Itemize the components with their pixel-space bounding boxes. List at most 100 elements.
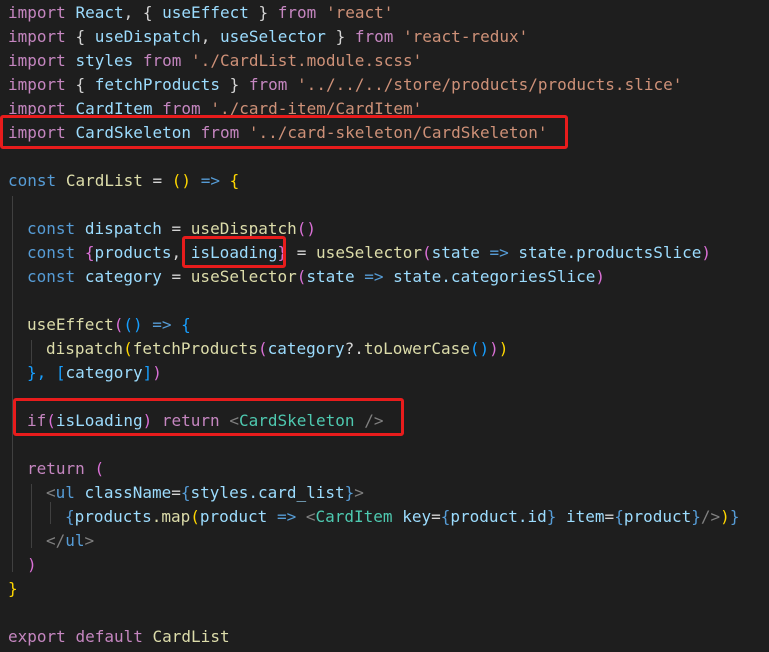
bracket: }	[729, 507, 740, 526]
function-call: .map	[151, 507, 191, 526]
code-line-4: import { fetchProducts } from '../../../…	[8, 73, 682, 97]
tag-bracket: <	[229, 411, 239, 430]
property: .productsSlice	[566, 243, 702, 262]
identifier: styles	[190, 483, 249, 502]
operator: =>	[364, 267, 384, 286]
keyword: from	[200, 123, 240, 142]
bracket: (	[190, 507, 200, 526]
property: .card_list	[248, 483, 345, 502]
code-line-10: const dispatch = useDispatch()	[8, 217, 316, 241]
keyword: const	[27, 243, 76, 262]
code-line-23: </ul>	[8, 529, 94, 553]
code-line-12: const category = useSelector(state => st…	[8, 265, 605, 289]
keyword: from	[248, 75, 288, 94]
code-line-27: export default CardList	[8, 625, 230, 649]
punctuation: }	[258, 3, 269, 22]
code-line-25: }	[8, 577, 18, 601]
identifier: isLoading	[190, 243, 278, 262]
identifier: useSelector	[219, 27, 326, 46]
operator: =	[152, 171, 163, 190]
bracket: ()	[469, 339, 490, 358]
string: './card-item/CardItem'	[210, 99, 423, 115]
tag-name: ul	[65, 531, 85, 550]
identifier: CardSkeleton	[75, 123, 192, 142]
code-line-11: const {products, isLoading} = useSelecto…	[8, 241, 711, 265]
identifier: isLoading	[55, 411, 143, 430]
code-line-5: import CardItem from './card-item/CardIt…	[8, 97, 422, 115]
keyword: import	[8, 123, 66, 142]
operator: =	[296, 243, 307, 262]
punctuation: , {	[123, 3, 153, 22]
bracket: }	[344, 483, 355, 502]
function-call: useDispatch	[190, 219, 297, 238]
bracket: )	[142, 411, 153, 430]
keyword: from	[354, 27, 394, 46]
bracket: [	[55, 363, 66, 382]
identifier: state	[306, 267, 355, 286]
identifier: category	[267, 339, 345, 358]
string: './CardList.module.scss'	[191, 51, 423, 70]
identifier: products	[94, 243, 172, 262]
keyword: import	[8, 75, 66, 94]
identifier: useDispatch	[94, 27, 201, 46]
bracket: ()	[296, 219, 317, 238]
bracket: )	[152, 363, 162, 382]
punctuation: {	[75, 27, 86, 46]
operator: =	[431, 507, 441, 526]
keyword: import	[8, 27, 66, 46]
code-line-24: )	[8, 553, 37, 577]
code-line-22: {products.map(product => <CardItem key={…	[8, 505, 739, 529]
bracket: (	[113, 315, 124, 334]
identifier: state	[431, 243, 480, 262]
operator: =>	[276, 507, 297, 526]
function-call: useSelector	[316, 243, 423, 262]
keyword: return	[161, 411, 220, 430]
bracket: ()	[171, 171, 192, 190]
bracket: )	[720, 507, 730, 526]
function-call: fetchProducts	[132, 339, 258, 358]
bracket: {	[84, 243, 95, 262]
bracket: {	[180, 483, 191, 502]
keyword: const	[27, 267, 76, 286]
identifier: styles	[75, 51, 134, 70]
identifier: React	[75, 3, 124, 22]
code-editor[interactable]: import React, { useEffect } from 'react'…	[0, 0, 769, 652]
identifier: CardList	[152, 627, 230, 646]
keyword: return	[27, 459, 85, 478]
code-line-6: import CardSkeleton from '../card-skelet…	[8, 121, 547, 145]
property: .id	[517, 507, 547, 526]
bracket: {	[614, 507, 624, 526]
keyword: import	[8, 51, 66, 70]
code-line-2: import { useDispatch, useSelector } from…	[8, 25, 528, 49]
identifier: useEffect	[162, 3, 249, 22]
bracket: )	[489, 339, 499, 358]
tag-bracket: <	[305, 507, 316, 526]
bracket: (	[94, 459, 105, 478]
punctuation: }	[335, 27, 346, 46]
operator: =	[171, 483, 181, 502]
string: '../../../store/products/products.slice'	[297, 75, 683, 94]
code-line-15: dispatch(fetchProducts(category?.toLower…	[8, 337, 508, 361]
bracket: (	[296, 267, 307, 286]
keyword: default	[75, 627, 143, 646]
punctuation: ,	[200, 27, 220, 46]
component-name: CardItem	[315, 507, 393, 526]
keyword: import	[8, 3, 66, 22]
code-line-3: import styles from './CardList.module.sc…	[8, 49, 422, 73]
operator: =>	[152, 315, 172, 334]
function-call: toLowerCase	[363, 339, 470, 358]
identifier: dispatch	[84, 219, 162, 238]
operator: =	[604, 507, 615, 526]
code-line-14: useEffect(() => {	[8, 313, 191, 337]
bracket: }	[546, 507, 557, 526]
tag-name: ul	[55, 483, 75, 502]
keyword: from	[162, 99, 201, 115]
bracket: (	[422, 243, 432, 262]
keyword: if	[27, 411, 47, 430]
punctuation: }	[229, 75, 240, 94]
punctuation: ,	[171, 243, 191, 262]
bracket: (	[46, 411, 56, 430]
identifier: category	[65, 363, 143, 382]
keyword: const	[8, 171, 57, 190]
keyword: from	[277, 3, 317, 22]
